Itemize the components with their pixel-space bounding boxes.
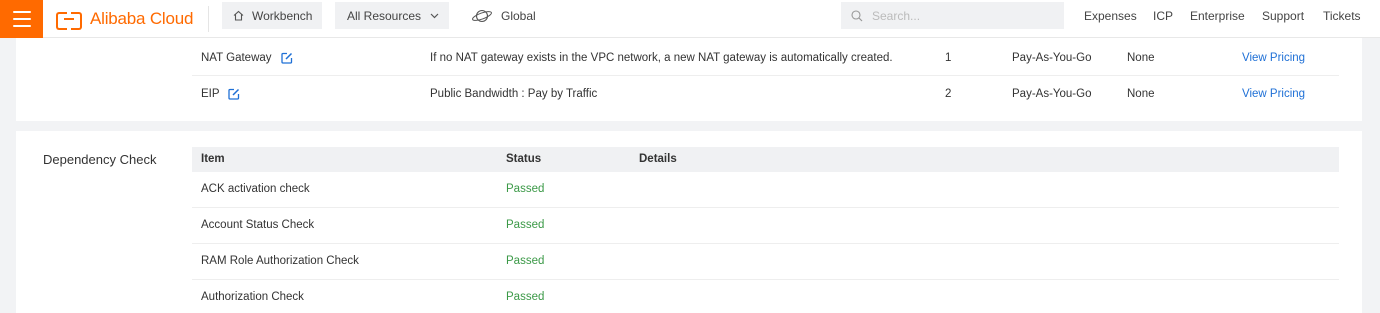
check-item: Authorization Check — [201, 291, 304, 303]
resource-description: If no NAT gateway exists in the VPC netw… — [430, 52, 893, 64]
workbench-button[interactable]: Workbench — [222, 2, 322, 29]
brand-name: Alibaba Cloud — [90, 9, 194, 28]
row-divider — [192, 279, 1339, 280]
resource-extra: None — [1127, 52, 1155, 64]
nav-link-expenses[interactable]: Expenses — [1084, 9, 1137, 23]
search-icon — [851, 9, 863, 22]
all-resources-dropdown[interactable]: All Resources — [335, 2, 449, 29]
nav-link-icp[interactable]: ICP — [1153, 9, 1173, 23]
view-pricing-link[interactable]: View Pricing — [1242, 88, 1305, 100]
status-badge: Passed — [506, 183, 545, 195]
resource-billing: Pay-As-You-Go — [1012, 52, 1092, 64]
row-divider — [192, 207, 1339, 208]
resource-description: Public Bandwidth : Pay by Traffic — [430, 88, 598, 100]
nav-link-support[interactable]: Support — [1262, 9, 1304, 23]
check-item: RAM Role Authorization Check — [201, 255, 359, 267]
region-label: Global — [501, 8, 536, 23]
status-badge: Passed — [506, 219, 545, 231]
resource-name: EIP — [201, 88, 220, 100]
resource-quantity: 1 — [945, 52, 952, 64]
resource-quantity: 2 — [945, 88, 952, 100]
edit-icon[interactable] — [228, 88, 240, 100]
divider — [208, 6, 209, 32]
table-header — [192, 147, 1339, 172]
resource-name: NAT Gateway — [201, 52, 272, 64]
status-badge: Passed — [506, 255, 545, 267]
search-box[interactable] — [841, 2, 1064, 29]
nav-link-tickets[interactable]: Tickets — [1323, 9, 1361, 23]
globe-icon — [471, 8, 493, 24]
search-input[interactable] — [872, 8, 1052, 23]
resources-panel: NAT Gateway If no NAT gateway exists in … — [16, 38, 1362, 121]
column-header-status: Status — [506, 153, 542, 165]
home-icon — [233, 10, 244, 21]
check-item: ACK activation check — [201, 183, 310, 195]
nav-link-enterprise[interactable]: Enterprise — [1190, 9, 1245, 23]
all-resources-label: All Resources — [347, 8, 422, 23]
alibaba-cloud-logo-icon — [56, 12, 82, 30]
row-divider — [192, 243, 1339, 244]
chevron-down-icon — [430, 13, 439, 19]
view-pricing-link[interactable]: View Pricing — [1242, 52, 1305, 64]
dependency-check-panel: Dependency Check Item Status Details ACK… — [16, 131, 1362, 313]
edit-icon[interactable] — [281, 52, 293, 64]
row-divider — [192, 75, 1339, 76]
status-badge: Passed — [506, 291, 545, 303]
resource-billing: Pay-As-You-Go — [1012, 88, 1092, 100]
workbench-label: Workbench — [252, 8, 313, 23]
column-header-item: Item — [201, 153, 225, 165]
top-nav-bar: Alibaba Cloud Workbench All Resources Gl… — [0, 0, 1380, 38]
brand-logo[interactable]: Alibaba Cloud — [56, 0, 193, 38]
section-title: Dependency Check — [43, 152, 157, 167]
region-selector[interactable]: Global — [471, 2, 536, 29]
column-header-details: Details — [639, 153, 677, 165]
hamburger-menu-icon[interactable] — [0, 0, 43, 38]
check-item: Account Status Check — [201, 219, 315, 231]
resource-extra: None — [1127, 88, 1155, 100]
